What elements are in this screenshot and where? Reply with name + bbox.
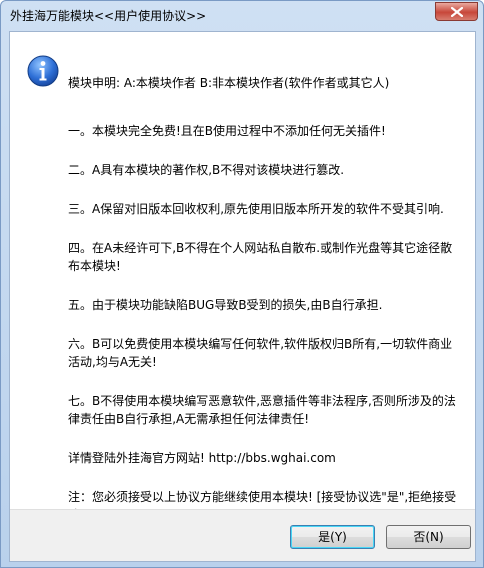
message-item: 三。A保留对旧版本回收权利,原先使用旧版本所开发的软件不受其引响. [68,202,444,216]
yes-button[interactable]: 是(Y) [290,525,375,549]
window-title: 外挂海万能模块<<用户使用协议>> [10,9,207,23]
button-bar: 是(Y) 否(N) [10,509,475,561]
close-button[interactable] [435,2,478,21]
website-line: 详情登陆外挂海官方网站! http://bbs.wghai.com [68,451,336,465]
message-item: 二。A具有本模块的著作权,B不得对该模块进行篡改. [68,163,345,177]
message-item: 一。本模块完全免费!且在B使用过程中不添加任何无关插件! [68,124,386,138]
message-text: 模块申明: A:本模块作者 B:非本模块作者(软件作者或其它人) 一。本模块完全… [68,74,458,545]
dialog-content: 模块申明: A:本模块作者 B:非本模块作者(软件作者或其它人) 一。本模块完全… [9,31,476,562]
info-icon [27,55,59,87]
message-item: 五。由于模块功能缺陷BUG导致B受到的损失,由B自行承担. [68,298,383,312]
close-icon [451,7,463,17]
title-bar[interactable]: 外挂海万能模块<<用户使用协议>> [1,1,483,31]
message-item: 七。B不得使用本模块编写恶意软件,恶意插件等非法程序,否则所涉及的法律责任由B自… [68,394,456,426]
message-item: 六。B可以免费使用本模块编写任何软件,软件版权归B所有,一切软件商业活动,均与A… [68,337,453,369]
message-item: 四。在A未经许可下,B不得在个人网站私自散布.或制作光盘等其它途径散布本模块! [68,241,453,273]
message-header: 模块申明: A:本模块作者 B:非本模块作者(软件作者或其它人) [68,76,390,90]
no-button[interactable]: 否(N) [386,525,471,549]
dialog-window: 外挂海万能模块<<用户使用协议>> 模块申明: A:本模块作者 B:非本模块作者… [0,0,484,568]
